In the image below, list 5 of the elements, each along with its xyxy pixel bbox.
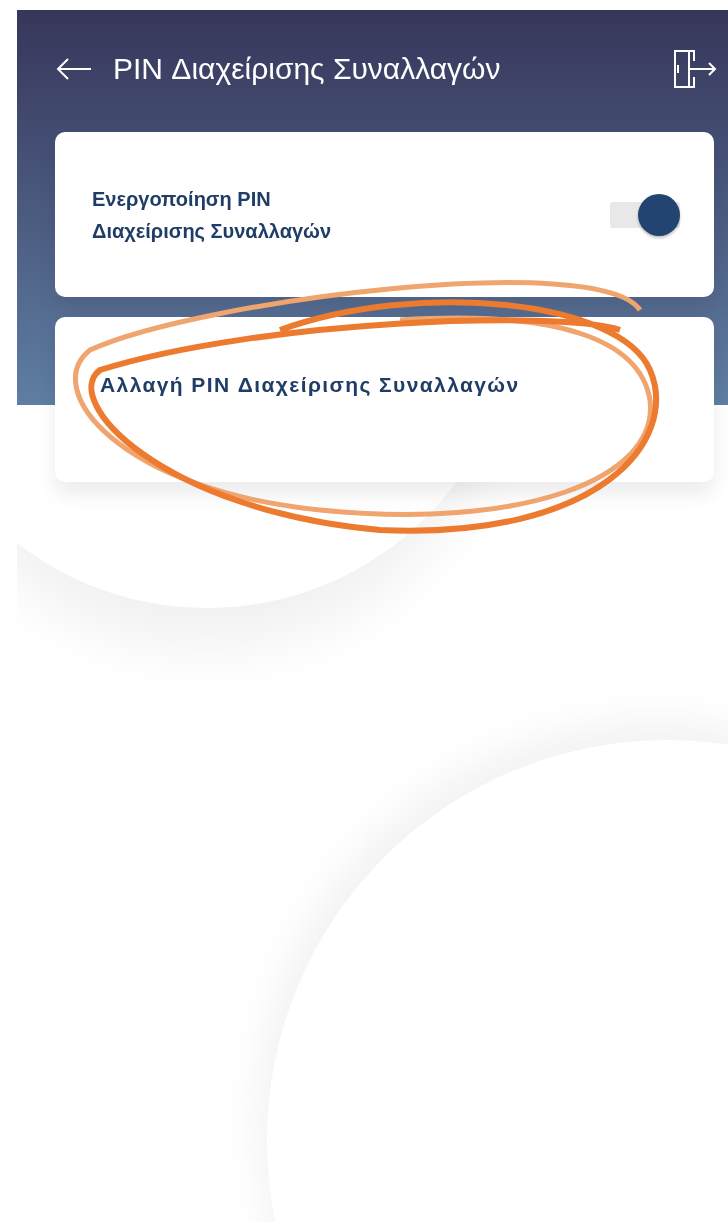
logout-icon[interactable] (672, 48, 718, 90)
change-pin-button[interactable]: Αλλαγή PIN Διαχείρισης Συναλλαγών (55, 317, 714, 482)
back-arrow-icon[interactable] (55, 57, 93, 81)
page-title: PIN Διαχείρισης Συναλλαγών (113, 52, 502, 86)
setting-label: Ενεργοποίηση PIN Διαχείρισης Συναλλαγών (92, 186, 333, 244)
